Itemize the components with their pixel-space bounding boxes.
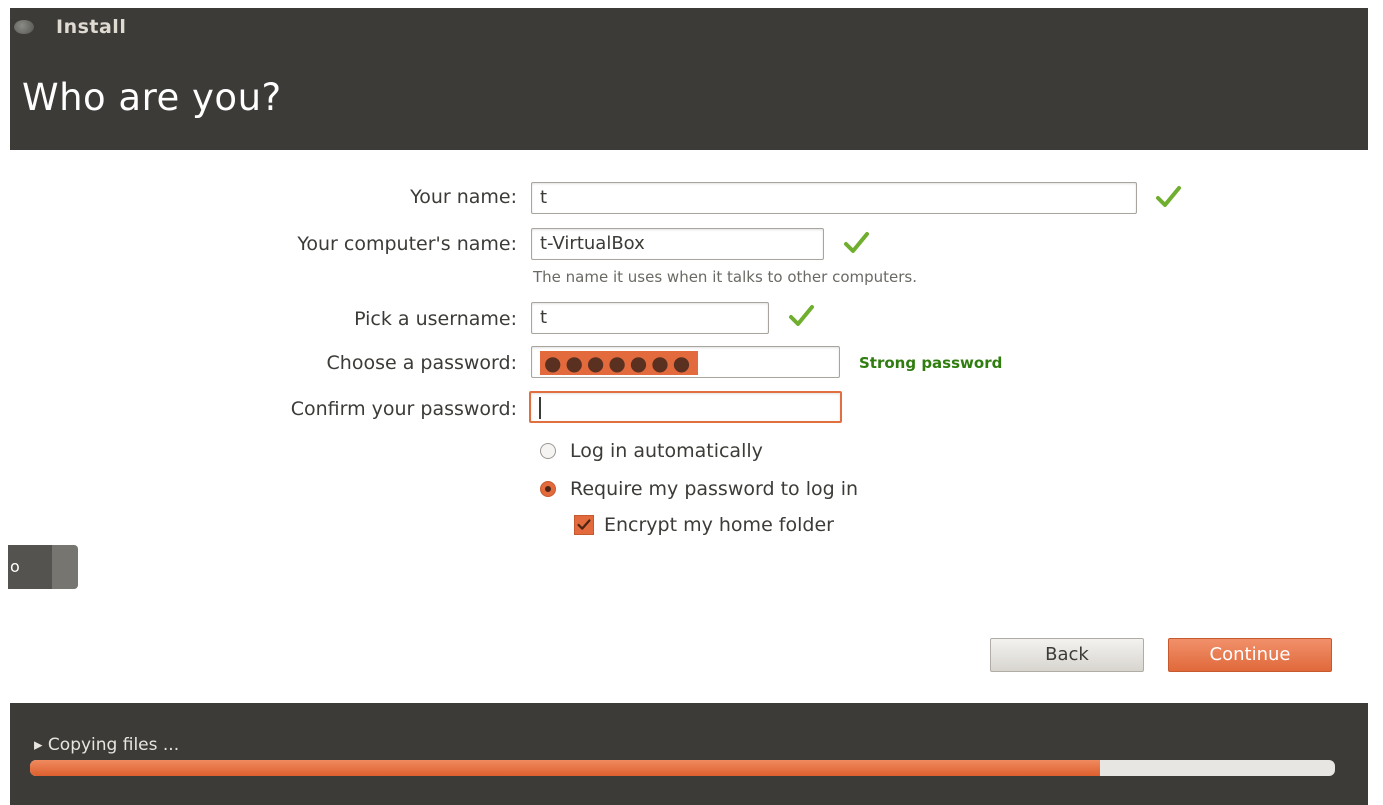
require-password-option[interactable]: Require my password to log in xyxy=(540,478,858,500)
login-automatically-option[interactable]: Log in automatically xyxy=(540,440,763,462)
confirm-password-field[interactable] xyxy=(529,391,842,423)
name-label: Your name: xyxy=(410,186,517,208)
computer-name-valid-check-icon xyxy=(844,232,869,253)
window-menu-icon[interactable] xyxy=(14,20,34,34)
password-field[interactable]: ●●●●●●● xyxy=(531,346,840,378)
username-label: Pick a username: xyxy=(354,308,517,330)
progress-bar xyxy=(30,760,1335,776)
text-cursor xyxy=(539,397,541,419)
name-field-value: t xyxy=(540,187,548,208)
login-automatically-radio[interactable] xyxy=(540,443,556,459)
side-panel-tab-label: o xyxy=(8,545,52,589)
progress-bar-fill xyxy=(30,760,1101,776)
require-password-label: Require my password to log in xyxy=(570,478,859,500)
computer-name-field[interactable]: t-VirtualBox xyxy=(531,228,824,260)
encrypt-home-checkbox[interactable] xyxy=(574,515,594,535)
back-button[interactable]: Back xyxy=(990,638,1144,672)
installer-window: Install Who are you? Your name: t Your c… xyxy=(0,0,1383,805)
side-panel-tab[interactable]: o xyxy=(8,545,78,589)
computer-name-hint: The name it uses when it talks to other … xyxy=(533,268,918,286)
password-strength: Strong password xyxy=(859,354,1003,372)
name-valid-check-icon xyxy=(1156,186,1181,207)
computer-name-value: t-VirtualBox xyxy=(540,233,645,254)
login-automatically-label: Log in automatically xyxy=(570,440,763,462)
computer-name-label: Your computer's name: xyxy=(297,233,517,255)
continue-button[interactable]: Continue xyxy=(1168,638,1332,672)
username-field[interactable]: t xyxy=(531,302,769,334)
encrypt-home-option[interactable]: Encrypt my home folder xyxy=(574,514,834,536)
confirm-password-label: Confirm your password: xyxy=(290,398,517,420)
page-title: Who are you? xyxy=(22,76,282,119)
username-valid-check-icon xyxy=(789,305,814,326)
progress-footer xyxy=(10,703,1368,805)
username-value: t xyxy=(540,307,548,328)
window-title: Install xyxy=(56,16,127,38)
password-mask: ●●●●●●● xyxy=(540,351,699,375)
title-bar: Install xyxy=(10,12,126,42)
checkmark-icon xyxy=(577,519,591,530)
name-field[interactable]: t xyxy=(531,182,1137,214)
require-password-radio[interactable] xyxy=(540,481,556,497)
progress-label[interactable]: ▸ Copying files ... xyxy=(34,735,179,755)
password-label: Choose a password: xyxy=(326,352,517,374)
encrypt-home-label: Encrypt my home folder xyxy=(604,514,834,536)
